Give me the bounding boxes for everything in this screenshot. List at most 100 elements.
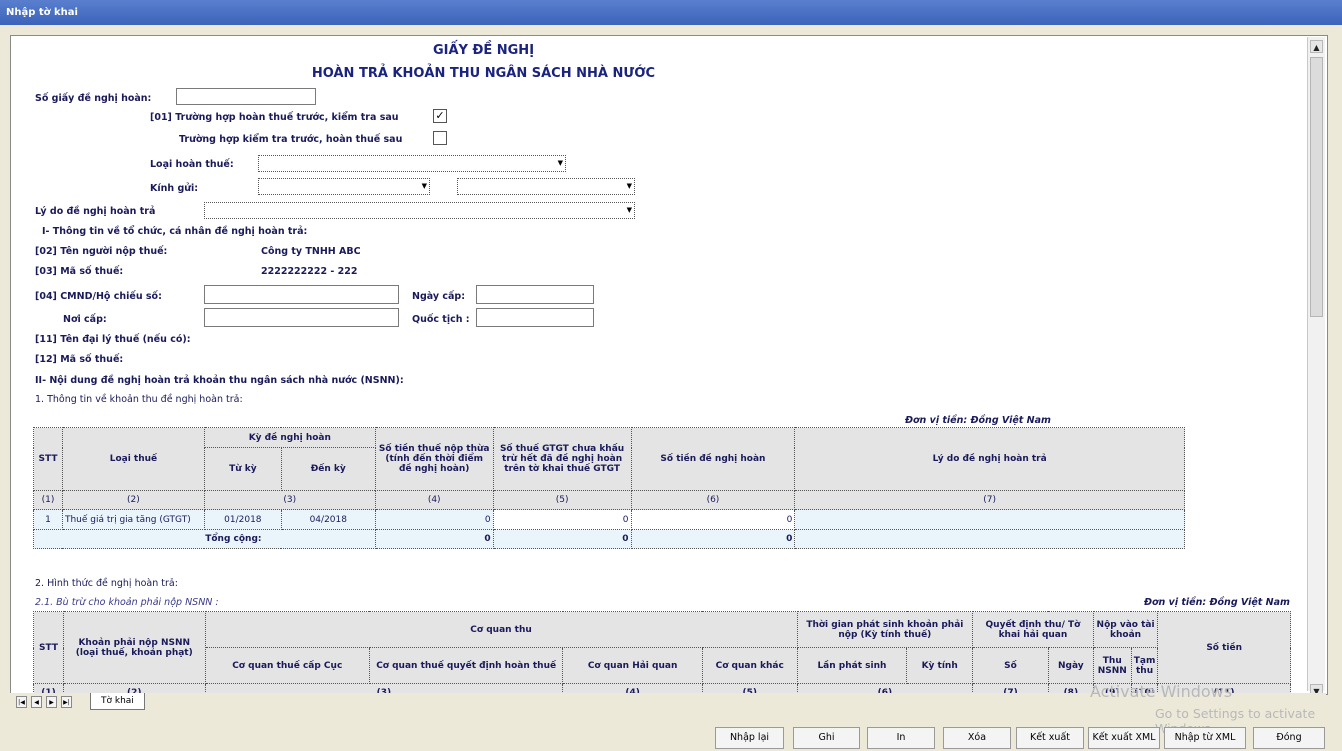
col-so-tien-dnh: Số tiền đề nghị hoàn xyxy=(630,427,796,491)
t2-col-lan-ps: Lần phát sinh xyxy=(796,647,908,684)
row-c5[interactable]: 0 xyxy=(492,509,632,530)
code-1: (1) xyxy=(33,490,63,510)
case2-checkbox[interactable] xyxy=(433,131,447,145)
loai-hoan-select[interactable] xyxy=(258,155,566,172)
mst-label: [03] Mã số thuế: xyxy=(35,266,124,277)
total-c7 xyxy=(794,529,1185,549)
ten-nnt-label: [02] Tên người nộp thuế: xyxy=(35,246,168,257)
row-stt: 1 xyxy=(33,509,63,530)
so-giay-input[interactable] xyxy=(176,88,316,105)
ly-do-label: Lý do đề nghị hoàn trả xyxy=(35,206,156,217)
t2-col-thoi-gian: Thời gian phát sinh khoản phải nộp (Kỳ t… xyxy=(796,611,974,648)
code-7: (7) xyxy=(794,490,1185,510)
case1-checkbox[interactable]: ✓ xyxy=(433,109,447,123)
col-so-tien-thua: Số tiền thuế nộp thừa (tính đến thời điể… xyxy=(374,427,494,491)
t2-col-quyet-dinh: Quyết định thu/ Tờ khai hải quan xyxy=(972,611,1094,648)
refund-table: STT Loại thuế Kỳ đề nghị hoàn Số tiền th… xyxy=(33,427,1185,549)
form-subtitle: HOÀN TRẢ KHOẢN THU NGÂN SÁCH NHÀ NƯỚC xyxy=(311,66,656,81)
sub1-heading: 1. Thông tin về khoản thu đề nghị hoàn t… xyxy=(35,394,243,405)
code-6: (6) xyxy=(630,490,796,510)
total-c5: 0 xyxy=(492,529,632,549)
t2-col-tam-thu: Tạm thu xyxy=(1130,647,1159,684)
delete-button[interactable]: Xóa xyxy=(943,727,1011,749)
col-loai-thue: Loại thuế xyxy=(61,427,205,491)
ngay-cap-input[interactable] xyxy=(476,285,594,304)
col-ly-do: Lý do đề nghị hoàn trả xyxy=(794,427,1185,491)
t2-col-ky-tinh: Kỳ tính xyxy=(906,647,974,684)
noi-cap-label: Nơi cấp: xyxy=(63,314,107,325)
section2-heading: II- Nội dung đề nghị hoàn trả khoản thu … xyxy=(35,375,404,386)
col-gtgt: Số thuế GTGT chưa khấu trừ hết đã đề ngh… xyxy=(492,427,632,491)
vertical-scrollbar[interactable]: ▲ ▼ xyxy=(1307,37,1325,697)
t2-col-cq-cuc: Cơ quan thuế cấp Cục xyxy=(204,647,370,684)
save-button[interactable]: Ghi xyxy=(793,727,860,749)
code-4: (4) xyxy=(374,490,494,510)
t2-col-cq-khac: Cơ quan khác xyxy=(701,647,798,684)
export-button[interactable]: Kết xuất xyxy=(1016,727,1084,749)
t2-col-ngay: Ngày xyxy=(1047,647,1094,684)
export-xml-button[interactable]: Kết xuất XML xyxy=(1088,727,1160,749)
first-sheet-icon[interactable]: |◀ xyxy=(16,696,27,708)
cmnd-input[interactable] xyxy=(204,285,399,304)
t2-col-khoan: Khoản phải nộp NSNN (loại thuế, khoản ph… xyxy=(62,611,206,684)
col-stt: STT xyxy=(33,427,63,491)
total-c4: 0 xyxy=(374,529,494,549)
scroll-thumb[interactable] xyxy=(1310,57,1323,317)
close-button[interactable]: Đóng xyxy=(1253,727,1325,749)
mst-value: 2222222222 - 222 xyxy=(261,266,358,277)
tab-to-khai[interactable]: Tờ khai xyxy=(90,693,145,710)
next-sheet-icon[interactable]: ▶ xyxy=(46,696,57,708)
loai-hoan-label: Loại hoàn thuế: xyxy=(150,159,234,170)
last-sheet-icon[interactable]: ▶| xyxy=(61,696,72,708)
unit-label-1: Đơn vị tiền: Đồng Việt Nam xyxy=(905,415,1051,426)
reset-button[interactable]: Nhập lại xyxy=(715,727,784,749)
row-ly-do[interactable] xyxy=(794,509,1185,530)
quoc-tich-label: Quốc tịch : xyxy=(412,314,470,325)
form-title: GIẤY ĐỀ NGHỊ xyxy=(432,43,535,58)
t2-col-cq-hq: Cơ quan Hải quan xyxy=(562,647,703,684)
cmnd-label: [04] CMND/Hộ chiếu số: xyxy=(35,291,162,302)
t2-col-nop-vao: Nộp vào tài khoản xyxy=(1092,611,1159,648)
dai-ly-label: [11] Tên đại lý thuế (nếu có): xyxy=(35,334,191,345)
table-row: 1 Thuế giá trị gia tăng (GTGT) 01/2018 0… xyxy=(33,509,1185,530)
form-panel: GIẤY ĐỀ NGHỊ HOÀN TRẢ KHOẢN THU NGÂN SÁC… xyxy=(10,35,1328,695)
noi-cap-input[interactable] xyxy=(204,308,399,327)
scroll-up-icon[interactable]: ▲ xyxy=(1310,40,1323,53)
row-c4: 0 xyxy=(374,509,494,530)
row-tu-ky[interactable]: 01/2018 xyxy=(203,509,282,530)
mst12-label: [12] Mã số thuế: xyxy=(35,354,124,365)
kinh-gui-select-2[interactable] xyxy=(457,178,635,195)
print-button[interactable]: In xyxy=(867,727,935,749)
case1-label: [01] Trường hợp hoàn thuế trước, kiểm tr… xyxy=(150,112,399,123)
code-2: (2) xyxy=(61,490,205,510)
total-label: Tổng cộng: xyxy=(33,529,376,549)
sub2-heading: 2. Hình thức đề nghị hoàn trả: xyxy=(35,578,178,589)
total-row: Tổng cộng: 0 0 0 xyxy=(33,529,1185,549)
unit-label-2: Đơn vị tiền: Đồng Việt Nam xyxy=(1144,597,1290,608)
row-c6[interactable]: 0 xyxy=(630,509,796,530)
row-loai-thue[interactable]: Thuế giá trị gia tăng (GTGT) xyxy=(61,509,205,530)
so-giay-label: Số giấy đề nghị hoàn: xyxy=(35,93,152,104)
prev-sheet-icon[interactable]: ◀ xyxy=(31,696,42,708)
import-xml-button[interactable]: Nhập từ XML xyxy=(1164,727,1246,749)
activation-watermark: Activate Windows xyxy=(1090,682,1233,701)
section1-heading: I- Thông tin về tổ chức, cá nhân đề nghị… xyxy=(42,226,308,237)
quoc-tich-input[interactable] xyxy=(476,308,594,327)
code-5: (5) xyxy=(492,490,632,510)
t2-col-cq-qd: Cơ quan thuế quyết định hoàn thuế xyxy=(368,647,564,684)
code-3: (3) xyxy=(203,490,376,510)
col-ky: Kỳ đề nghị hoàn xyxy=(203,427,376,448)
sub21-heading: 2.1. Bù trừ cho khoản phải nộp NSNN : xyxy=(35,597,219,608)
ten-nnt-value: Công ty TNHH ABC xyxy=(261,246,361,257)
col-den-ky: Đến kỳ xyxy=(280,447,376,491)
window-title: Nhập tờ khai xyxy=(0,0,1342,25)
t2-col-stt: STT xyxy=(33,611,64,684)
kinh-gui-select-1[interactable] xyxy=(258,178,430,195)
ly-do-select[interactable] xyxy=(204,202,635,219)
ngay-cap-label: Ngày cấp: xyxy=(412,291,466,302)
t2-col-co-quan-thu: Cơ quan thu xyxy=(204,611,798,648)
row-den-ky[interactable]: 04/2018 xyxy=(280,509,376,530)
t2-col-thu-nsnn: Thu NSNN xyxy=(1092,647,1132,684)
kinh-gui-label: Kính gửi: xyxy=(150,183,199,194)
case2-label: Trường hợp kiểm tra trước, hoàn thuế sau xyxy=(179,134,403,145)
